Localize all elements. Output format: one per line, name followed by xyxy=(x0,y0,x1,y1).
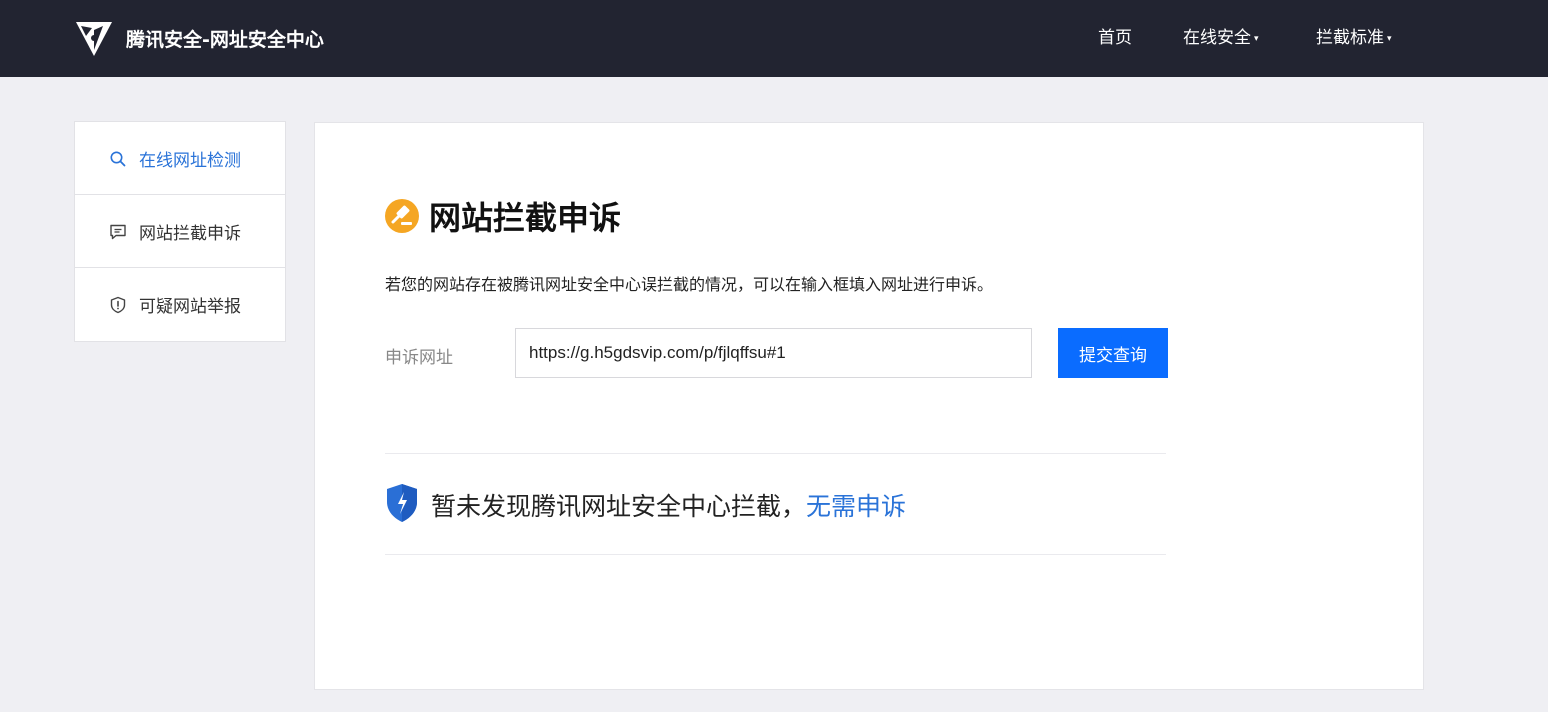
sidebar-item-label: 网站拦截申诉 xyxy=(139,224,241,244)
divider xyxy=(385,453,1166,454)
shield-check-icon xyxy=(387,484,417,522)
divider xyxy=(385,554,1166,555)
nav-block-standards-label: 拦截标准 xyxy=(1316,28,1384,48)
submit-query-button[interactable]: 提交查询 xyxy=(1058,328,1168,378)
sidebar: 在线网址检测 网站拦截申诉 可疑网站举报 xyxy=(74,121,286,342)
tencent-security-logo-icon xyxy=(76,22,112,56)
page-title: 网站拦截申诉 xyxy=(429,199,622,237)
appeal-url-input[interactable] xyxy=(515,328,1032,378)
nav-home[interactable]: 首页 xyxy=(1098,26,1132,50)
appeal-panel: 网站拦截申诉 若您的网站存在被腾讯网址安全中心误拦截的情况，可以在输入框填入网址… xyxy=(314,122,1424,690)
sidebar-item-report[interactable]: 可疑网站举报 xyxy=(75,268,285,341)
shield-alert-icon xyxy=(110,296,126,314)
sidebar-item-appeal[interactable]: 网站拦截申诉 xyxy=(75,195,285,268)
sidebar-item-label: 在线网址检测 xyxy=(139,151,241,171)
caret-down-icon: ▾ xyxy=(1254,34,1259,44)
nav-online-security[interactable]: 在线安全 ▾ xyxy=(1183,26,1259,50)
result-message: 暂未发现腾讯网址安全中心拦截，无需申诉 xyxy=(431,487,906,523)
sidebar-item-url-check[interactable]: 在线网址检测 xyxy=(75,122,285,195)
page-description: 若您的网站存在被腾讯网址安全中心误拦截的情况，可以在输入框填入网址进行申诉。 xyxy=(385,275,994,294)
nav-block-standards[interactable]: 拦截标准 ▾ xyxy=(1316,26,1392,50)
brand[interactable]: 腾讯安全-网址安全中心 xyxy=(72,16,324,60)
gavel-icon xyxy=(385,199,419,233)
nav-home-label: 首页 xyxy=(1098,28,1132,48)
url-field-label: 申诉网址 xyxy=(385,348,453,368)
result-text: 暂未发现腾讯网址安全中心拦截， xyxy=(431,492,807,521)
search-icon xyxy=(110,151,126,167)
message-icon xyxy=(110,224,126,240)
sidebar-item-label: 可疑网站举报 xyxy=(139,297,241,317)
brand-title: 腾讯安全-网址安全中心 xyxy=(126,28,324,51)
nav-online-security-label: 在线安全 xyxy=(1183,28,1251,48)
no-appeal-needed-link[interactable]: 无需申诉 xyxy=(806,492,906,521)
caret-down-icon: ▾ xyxy=(1387,34,1392,44)
top-navigation-bar: 腾讯安全-网址安全中心 首页 在线安全 ▾ 拦截标准 ▾ xyxy=(0,0,1548,77)
